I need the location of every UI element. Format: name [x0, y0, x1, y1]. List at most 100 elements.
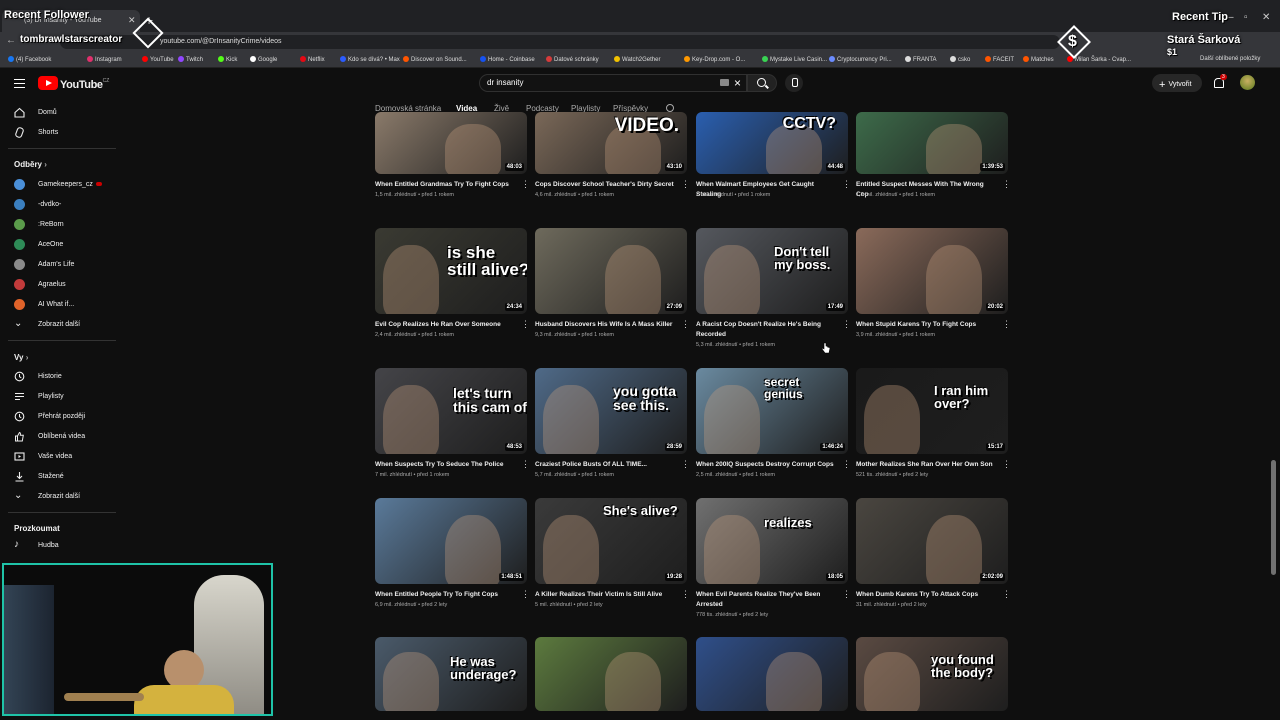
url-field[interactable]: youtube.com/@DrInsanityCrime/videos	[60, 35, 1060, 49]
search-button[interactable]	[747, 74, 777, 92]
more-actions-icon[interactable]: ⋮	[842, 320, 851, 329]
video-thumbnail[interactable]: 48:03	[375, 112, 527, 174]
video-thumbnail[interactable]: realizes 18:05	[696, 498, 848, 584]
other-bookmarks[interactable]: Další oblíbené položky	[1200, 56, 1260, 62]
bookmark-item[interactable]: Key-Drop.com - O...	[684, 56, 745, 63]
video-thumbnail[interactable]: 20:02	[856, 228, 1008, 314]
video-title[interactable]: A Racist Cop Doesn't Realize He's Being …	[696, 320, 836, 340]
window-close-icon[interactable]: ✕	[1262, 12, 1270, 23]
more-actions-icon[interactable]: ⋮	[842, 590, 851, 599]
more-actions-icon[interactable]: ⋮	[681, 180, 690, 189]
video-title[interactable]: A Killer Realizes Their Victim Is Still …	[535, 590, 675, 600]
bookmark-item[interactable]: Google	[250, 56, 277, 63]
scrollbar-thumb[interactable]	[1271, 460, 1276, 575]
minimize-icon[interactable]: –	[1228, 12, 1234, 23]
video-title[interactable]: When Entitled Grandmas Try To Fight Cops	[375, 180, 515, 190]
more-actions-icon[interactable]: ⋮	[842, 460, 851, 469]
more-actions-icon[interactable]: ⋮	[521, 320, 530, 329]
video-thumbnail[interactable]	[696, 637, 848, 711]
bookmark-favicon-icon	[905, 56, 911, 62]
video-meta: 5,7 mil. zhlédnutí • před 1 rokem	[535, 472, 614, 478]
scrollbar-track[interactable]	[1270, 98, 1280, 710]
create-button[interactable]: + Vytvořit	[1152, 74, 1202, 92]
video-thumbnail[interactable]: 2:02:09	[856, 498, 1008, 584]
video-title[interactable]: Craziest Police Busts Of ALL TIME...	[535, 460, 675, 470]
more-actions-icon[interactable]: ⋮	[521, 460, 530, 469]
bookmark-item[interactable]: Instagram	[87, 56, 122, 63]
video-title[interactable]: Husband Discovers His Wife Is A Mass Kil…	[535, 320, 675, 330]
bookmark-item[interactable]: Mystake Live Casin...	[762, 56, 827, 63]
bookmark-item[interactable]: Kick	[218, 56, 237, 63]
bookmark-item[interactable]: FRANTA	[905, 56, 937, 63]
more-actions-icon[interactable]: ⋮	[521, 590, 530, 599]
close-tab-icon[interactable]: ✕	[128, 15, 136, 26]
more-actions-icon[interactable]: ⋮	[1002, 180, 1011, 189]
bookmark-item[interactable]: Matches	[1023, 56, 1054, 63]
back-icon[interactable]: ←	[6, 35, 16, 46]
recent-follower-label: Recent Follower	[4, 9, 89, 21]
bookmark-item[interactable]: Home - Coinbase	[480, 56, 535, 63]
more-actions-icon[interactable]: ⋮	[1002, 320, 1011, 329]
bookmark-item[interactable]: Twitch	[178, 56, 203, 63]
video-thumbnail[interactable]: let's turn this cam off. 48:53	[375, 368, 527, 454]
sidebar-item-label: Oblíbená videa	[38, 433, 86, 440]
video-title[interactable]: Mother Realizes She Ran Over Her Own Son	[856, 460, 996, 470]
subscriptions-heading[interactable]: Odběry ›	[14, 160, 47, 169]
bookmark-item[interactable]: csko	[950, 56, 970, 63]
more-actions-icon[interactable]: ⋮	[842, 180, 851, 189]
bookmark-item[interactable]: Cryptocurrency Pri...	[829, 56, 892, 63]
bookmark-item[interactable]: Kdo se dívá? • Max	[340, 56, 400, 63]
bookmark-item[interactable]: Datové schránky	[546, 56, 599, 63]
video-thumbnail[interactable]: 1:39:53	[856, 112, 1008, 174]
search-input[interactable]: dr insanity ×	[479, 74, 747, 92]
bookmark-item[interactable]: (4) Facebook	[8, 56, 51, 63]
video-title[interactable]: When Suspects Try To Seduce The Police	[375, 460, 515, 470]
youtube-header: YouTubeCZ dr insanity × + Vytvořit 3	[0, 68, 1280, 98]
video-thumbnail[interactable]: CCTV? 44:48	[696, 112, 848, 174]
hamburger-menu-icon[interactable]	[14, 79, 25, 88]
bookmark-item[interactable]: Discover on Sound...	[403, 56, 467, 63]
notifications-bell-icon[interactable]: 3	[1212, 74, 1227, 88]
bookmark-item[interactable]: Netflix	[300, 56, 325, 63]
video-title[interactable]: When Entitled People Try To Fight Cops	[375, 590, 515, 600]
webcam-monitor	[4, 585, 54, 714]
video-thumbnail[interactable]	[535, 637, 687, 711]
clear-search-icon[interactable]: ×	[734, 76, 741, 90]
bookmark-item[interactable]: FACEIT	[985, 56, 1014, 63]
more-actions-icon[interactable]: ⋮	[1002, 590, 1011, 599]
channel-search-icon[interactable]	[666, 104, 674, 112]
more-actions-icon[interactable]: ⋮	[681, 590, 690, 599]
video-thumbnail[interactable]: I ran him over? 15:17	[856, 368, 1008, 454]
video-thumbnail[interactable]: Don't tell my boss. 17:49	[696, 228, 848, 314]
video-thumbnail[interactable]: VIDEO. 43:10	[535, 112, 687, 174]
voice-search-button[interactable]	[785, 74, 803, 92]
video-title[interactable]: Cops Discover School Teacher's Dirty Sec…	[535, 180, 675, 190]
bookmark-item[interactable]: YouTube	[142, 56, 174, 63]
more-actions-icon[interactable]: ⋮	[681, 320, 690, 329]
keyboard-icon[interactable]	[720, 79, 729, 86]
video-title[interactable]: When Stupid Karens Try To Fight Cops	[856, 320, 996, 330]
video-thumbnail[interactable]: He was underage?	[375, 637, 527, 711]
video-title[interactable]: When Dumb Karens Try To Attack Cops	[856, 590, 996, 600]
video-thumbnail[interactable]: secret genius 1:46:24	[696, 368, 848, 454]
maximize-icon[interactable]: ▫	[1244, 12, 1248, 23]
thumbnail-figure	[383, 385, 439, 454]
video-thumbnail[interactable]: She's alive? 19:28	[535, 498, 687, 584]
bookmark-item[interactable]: Milan Šarka - Cvap...	[1067, 56, 1131, 63]
more-actions-icon[interactable]: ⋮	[1002, 460, 1011, 469]
video-thumbnail[interactable]: is she still alive? 24:34	[375, 228, 527, 314]
video-title[interactable]: When 200IQ Suspects Destroy Corrupt Cops	[696, 460, 836, 470]
account-avatar[interactable]	[1240, 75, 1255, 90]
more-actions-icon[interactable]: ⋮	[521, 180, 530, 189]
thumbnail-figure	[926, 245, 982, 314]
you-heading[interactable]: Vy ›	[14, 353, 28, 362]
video-thumbnail[interactable]: 27:09	[535, 228, 687, 314]
more-actions-icon[interactable]: ⋮	[681, 460, 690, 469]
video-title[interactable]: When Evil Parents Realize They've Been A…	[696, 590, 836, 610]
youtube-logo[interactable]: YouTubeCZ	[38, 76, 109, 91]
video-title[interactable]: Evil Cop Realizes He Ran Over Someone	[375, 320, 515, 330]
video-thumbnail[interactable]: you found the body?	[856, 637, 1008, 711]
video-thumbnail[interactable]: 1:48:51	[375, 498, 527, 584]
bookmark-item[interactable]: Watch2Gether	[614, 56, 660, 63]
video-thumbnail[interactable]: you gotta see this. 28:59	[535, 368, 687, 454]
